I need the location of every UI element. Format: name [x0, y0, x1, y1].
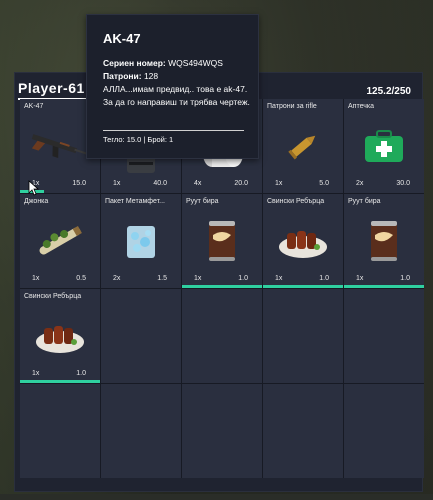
item-tooltip: AK-47 Сериен номер: WQS494WQS Патрони: 1… — [86, 14, 259, 159]
slot-weight: 0.5 — [76, 275, 86, 282]
item-description: АЛЛА...имам предвид.. това е ak-47. За д… — [103, 84, 250, 107]
slot-count: 1x — [275, 180, 283, 187]
inventory-slot-medkit[interactable]: Аптечка 2x 30.0 — [344, 99, 424, 193]
slot-label: Свински Ребърца — [267, 198, 325, 205]
slot-weight: 1.5 — [157, 275, 167, 282]
slot-count: 1x — [275, 275, 283, 282]
ak47-rifle-icon — [31, 134, 89, 159]
serial-label: Сериен номер: — [103, 58, 166, 68]
slot-label: Руут бира — [348, 198, 381, 205]
ammo-value: 128 — [143, 71, 159, 81]
inventory-slot-empty[interactable] — [182, 289, 262, 383]
inventory-slot-empty[interactable] — [344, 289, 424, 383]
pork-ribs-icon — [279, 231, 327, 258]
inventory-slot-root-beer-2[interactable]: Руут бира 1x 1.0 — [344, 194, 424, 288]
inventory-slot-rifle-ammo[interactable]: Патрони за rifle 1x 5.0 — [263, 99, 343, 193]
inventory-slot-empty[interactable] — [263, 384, 343, 478]
meth-bag-icon — [127, 226, 155, 258]
slot-count: 1x — [113, 180, 121, 187]
slot-weight: 1.0 — [400, 275, 410, 282]
joint-icon — [39, 226, 82, 255]
durability-bar — [263, 285, 343, 288]
slot-count: 1x — [356, 275, 364, 282]
ammo-label: Патрони: — [103, 71, 142, 81]
slot-weight: 15.0 — [72, 180, 86, 187]
durability-bar — [182, 285, 262, 288]
slot-count: 1x — [194, 275, 202, 282]
inventory-slot-empty[interactable] — [101, 384, 181, 478]
inventory-slot-joint[interactable]: Джонка 1x 0.5 — [20, 194, 100, 288]
slot-label: Руут бира — [186, 198, 219, 205]
inventory-slot-pork-ribs-1[interactable]: Свински Ребърца 1x 1.0 — [263, 194, 343, 288]
durability-bar — [20, 380, 100, 383]
player-name: Player-61 — [18, 80, 85, 96]
slot-weight: 20.0 — [234, 180, 248, 187]
root-beer-can-icon — [209, 221, 235, 261]
inventory-slot-empty[interactable] — [20, 384, 100, 478]
slot-weight: 1.0 — [319, 275, 329, 282]
slot-label: Свински Ребърца — [24, 293, 82, 300]
slot-count: 2x — [113, 275, 121, 282]
durability-bar — [344, 285, 424, 288]
slot-label: Патрони за rifle — [267, 103, 317, 110]
serial-value: WQS494WQS — [168, 58, 223, 68]
inventory-slot-pork-ribs-2[interactable]: Свински Ребърца 1x 1.0 — [20, 289, 100, 383]
inventory-slot-empty[interactable] — [344, 384, 424, 478]
slot-label: Джонка — [24, 198, 49, 205]
slot-count: 4x — [194, 180, 202, 187]
inventory-slot-empty[interactable] — [263, 289, 343, 383]
tooltip-title: AK-47 — [103, 31, 141, 46]
slot-count: 1x — [32, 275, 40, 282]
slot-weight: 5.0 — [319, 180, 329, 187]
slot-label: Пакет Метамфет... — [105, 198, 165, 205]
inventory-slot-root-beer-1[interactable]: Руут бира 1x 1.0 — [182, 194, 262, 288]
slot-count: 2x — [356, 180, 364, 187]
inventory-slot-empty[interactable] — [182, 384, 262, 478]
slot-label: Аптечка — [348, 103, 375, 110]
slot-weight: 1.0 — [76, 370, 86, 377]
pork-ribs-icon — [36, 326, 84, 353]
slot-label: AK-47 — [24, 103, 44, 110]
medkit-icon — [365, 130, 403, 162]
slot-weight: 40.0 — [153, 180, 167, 187]
inventory-slot-empty[interactable] — [101, 289, 181, 383]
tooltip-divider — [103, 130, 244, 131]
slot-weight: 30.0 — [396, 180, 410, 187]
rifle-bullet-icon — [288, 135, 316, 160]
root-beer-can-icon — [371, 221, 397, 261]
slot-count: 1x — [32, 370, 40, 377]
inventory-slot-meth-bag[interactable]: Пакет Метамфет... 2x 1.5 — [101, 194, 181, 288]
tooltip-footer: Тегло: 15.0 | Брой: 1 — [103, 135, 174, 144]
slot-weight: 1.0 — [238, 275, 248, 282]
bottom-strip — [0, 494, 433, 500]
inventory-weight: 125.2/250 — [366, 86, 412, 97]
mouse-cursor-icon — [28, 180, 40, 196]
tooltip-body: Сериен номер: WQS494WQS Патрони: 128 АЛЛ… — [103, 57, 253, 109]
